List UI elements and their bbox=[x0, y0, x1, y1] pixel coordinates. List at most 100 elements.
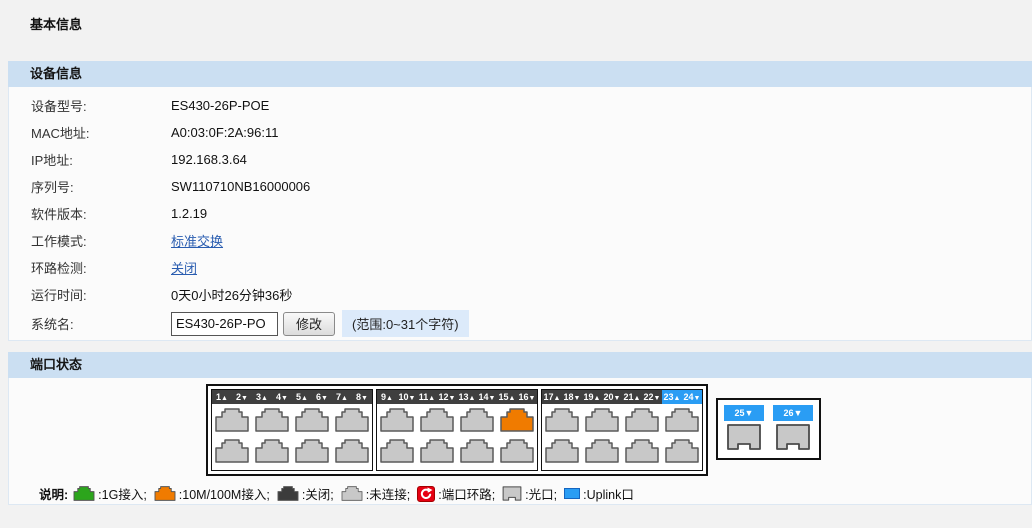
device-info-row-value-link[interactable]: 关闭 bbox=[171, 258, 197, 277]
rj45-port-icon bbox=[585, 439, 619, 463]
rj45-port-14 bbox=[460, 439, 494, 466]
arrow-up-icon: ▲ bbox=[674, 395, 681, 402]
page-title: 基本信息 bbox=[0, 0, 1032, 61]
legend-icon-wrap bbox=[277, 486, 299, 501]
device-info-row-label: IP地址: bbox=[9, 150, 171, 169]
rj45-port-7 bbox=[335, 408, 369, 435]
port-legend: 说明::1G接入;:10M/100M接入;:关闭;:未连接;:端口环路;:光口;… bbox=[39, 484, 1031, 503]
arrow-up-icon: ▲ bbox=[469, 395, 476, 402]
system-name-row: 系统名: 修改 (范围:0~31个字符) bbox=[9, 308, 1031, 339]
rj45-port-icon bbox=[154, 486, 176, 501]
port-label: 6▼ bbox=[312, 390, 332, 404]
port-label: 5▲ bbox=[292, 390, 312, 404]
rj45-port-icon bbox=[380, 408, 414, 432]
device-info-row: 设备型号:ES430-26P-POE bbox=[9, 92, 1031, 119]
device-info-row-value: 0天0小时26分钟36秒 bbox=[171, 285, 292, 304]
legend-icon-wrap bbox=[341, 486, 363, 501]
port-loop-icon bbox=[417, 486, 435, 502]
rj45-port-icon bbox=[255, 439, 289, 463]
rj45-port-6 bbox=[295, 439, 329, 466]
legend-item: :端口环路; bbox=[417, 484, 495, 503]
device-info-rows: 设备型号:ES430-26P-POEMAC地址:A0:03:0F:2A:96:1… bbox=[9, 92, 1031, 308]
port-label: 11▲ bbox=[417, 390, 437, 404]
port-group: 1▲2▼3▲4▼5▲6▼7▲8▼ bbox=[211, 389, 373, 471]
sfp-port-25: 25▼ bbox=[724, 405, 764, 453]
device-info-row: 环路检测:关闭 bbox=[9, 254, 1031, 281]
arrow-up-icon: ▲ bbox=[634, 395, 641, 402]
arrow-down-icon: ▼ bbox=[449, 395, 456, 402]
sfp-port-icon bbox=[502, 486, 522, 501]
rj45-port-18 bbox=[545, 439, 579, 466]
arrow-up-icon: ▲ bbox=[221, 395, 228, 402]
rj45-port-icon bbox=[625, 439, 659, 463]
port-label: 1▲ bbox=[212, 390, 232, 404]
sfp-port-icon-wrap bbox=[775, 424, 811, 453]
rj45-port-13 bbox=[460, 408, 494, 435]
sfp-port-label: 26▼ bbox=[773, 405, 813, 421]
port-label: 22▼ bbox=[642, 390, 662, 404]
port-label: 14▼ bbox=[477, 390, 497, 404]
device-info-row-value: 1.2.19 bbox=[171, 206, 207, 221]
rj45-port-icon bbox=[500, 408, 534, 432]
legend-item: :关闭; bbox=[277, 484, 334, 503]
rj45-port-1 bbox=[215, 408, 249, 435]
arrow-down-icon: ▼ bbox=[281, 395, 288, 402]
rj45-port-icon bbox=[215, 408, 249, 432]
modify-button[interactable]: 修改 bbox=[283, 312, 335, 336]
rj45-port-icon bbox=[277, 486, 299, 501]
legend-item: :1G接入; bbox=[73, 484, 147, 503]
system-name-input[interactable] bbox=[171, 312, 278, 336]
rj45-port-17 bbox=[545, 408, 579, 435]
arrow-up-icon: ▲ bbox=[261, 395, 268, 402]
device-info-row-label: 软件版本: bbox=[9, 204, 171, 223]
port-group-header: 17▲18▼19▲20▼21▲22▼23▲24▼ bbox=[542, 390, 702, 404]
legend-prefix: 说明: bbox=[39, 484, 68, 503]
arrow-down-icon: ▼ bbox=[489, 395, 496, 402]
legend-item-label: :关闭; bbox=[302, 484, 334, 503]
rj45-port-icon bbox=[545, 408, 579, 432]
rj45-port-icon bbox=[460, 408, 494, 432]
rj45-port-8 bbox=[335, 439, 369, 466]
port-label: 7▲ bbox=[332, 390, 352, 404]
arrow-down-icon: ▼ bbox=[574, 395, 581, 402]
rj45-port-12 bbox=[420, 439, 454, 466]
sfp-port-icon-wrap bbox=[726, 424, 762, 453]
device-info-row-label: 工作模式: bbox=[9, 231, 171, 250]
device-info-row-label: 运行时间: bbox=[9, 285, 171, 304]
device-info-row-label: 序列号: bbox=[9, 177, 171, 196]
device-info-row-label: MAC地址: bbox=[9, 123, 171, 142]
port-group-header: 9▲10▼11▲12▼13▲14▼15▲16▼ bbox=[377, 390, 537, 404]
arrow-up-icon: ▲ bbox=[594, 395, 601, 402]
device-info-row: 序列号:SW110710NB16000006 bbox=[9, 173, 1031, 200]
port-group-ports bbox=[212, 404, 372, 470]
rj45-port-icon bbox=[73, 486, 95, 501]
port-label: 2▼ bbox=[232, 390, 252, 404]
rj45-port-icon bbox=[545, 439, 579, 463]
device-info-row: 运行时间:0天0小时26分钟36秒 bbox=[9, 281, 1031, 308]
port-label: 16▼ bbox=[517, 390, 537, 404]
rj45-port-22 bbox=[625, 439, 659, 466]
port-label: 4▼ bbox=[272, 390, 292, 404]
rj45-port-4 bbox=[255, 439, 289, 466]
port-group-ports bbox=[542, 404, 702, 470]
port-label: 24▼ bbox=[682, 390, 702, 404]
port-label: 3▲ bbox=[252, 390, 272, 404]
arrow-down-icon: ▼ bbox=[614, 395, 621, 402]
port-status-section: 端口状态 1▲2▼3▲4▼5▲6▼7▲8▼9▲10▼11▲12▼13▲14▼15… bbox=[8, 352, 1032, 505]
rj45-port-19 bbox=[585, 408, 619, 435]
rj45-port-icon bbox=[335, 408, 369, 432]
uplink-swatch-icon bbox=[564, 488, 580, 499]
rj45-port-icon bbox=[255, 408, 289, 432]
port-label: 18▼ bbox=[562, 390, 582, 404]
port-status-body: 1▲2▼3▲4▼5▲6▼7▲8▼9▲10▼11▲12▼13▲14▼15▲16▼1… bbox=[8, 378, 1032, 505]
rj45-port-icon bbox=[215, 439, 249, 463]
legend-item: :光口; bbox=[502, 484, 557, 503]
legend-icon-wrap bbox=[154, 486, 176, 501]
port-label: 20▼ bbox=[602, 390, 622, 404]
device-info-row-value-link[interactable]: 标准交换 bbox=[171, 231, 223, 250]
rj45-port-16 bbox=[500, 439, 534, 466]
rj45-port-11 bbox=[420, 408, 454, 435]
device-info-row-value: 192.168.3.64 bbox=[171, 152, 247, 167]
arrow-down-icon: ▼ bbox=[529, 395, 536, 402]
sfp-port-panel: 25▼ 26▼ bbox=[716, 398, 821, 460]
